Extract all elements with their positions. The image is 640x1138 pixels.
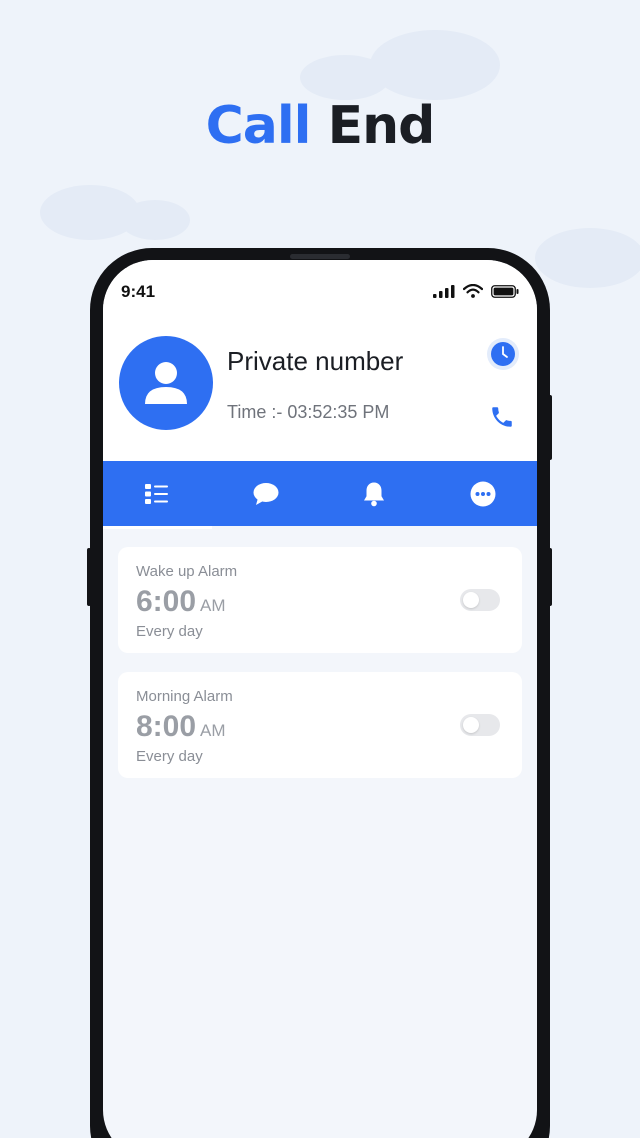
background-cloud	[535, 228, 640, 288]
toggle-knob	[463, 717, 479, 733]
more-icon	[470, 481, 496, 506]
phone-icon[interactable]	[489, 404, 515, 430]
alarm-ampm: AM	[200, 596, 226, 615]
bell-icon	[364, 482, 385, 506]
background-cloud	[120, 200, 190, 240]
person-icon	[145, 362, 187, 404]
tab-messages[interactable]	[212, 461, 321, 526]
alarm-time-value: 8:00	[136, 710, 197, 743]
clock-icon	[491, 342, 515, 366]
headline-accent-word: Call	[205, 96, 312, 156]
alarm-time: 6:00 AM	[136, 585, 226, 619]
chat-icon	[253, 482, 279, 505]
tab-alarms[interactable]	[320, 461, 429, 526]
caller-avatar	[119, 336, 213, 430]
wifi-icon	[463, 284, 483, 298]
alarm-time-value: 6:00	[136, 585, 197, 618]
phone-screen: 9:41 Private number Time:- 03:52:35 PM …	[103, 260, 537, 1138]
phone-side-button	[548, 548, 552, 606]
alarm-repeat: Every day	[136, 623, 203, 640]
tab-more[interactable]	[429, 461, 538, 526]
call-time: Time :- 03:52:35 PM	[227, 402, 390, 422]
alarm-card[interactable]: Wake up Alarm 6:00 AM Every day	[118, 547, 522, 653]
toggle-knob	[463, 592, 479, 608]
phone-side-button	[548, 395, 552, 460]
page-headline: Call End	[0, 96, 640, 156]
tab-list[interactable]	[103, 461, 212, 529]
headline-dark-word: End	[327, 96, 436, 156]
background-cloud	[300, 55, 390, 100]
alarm-time: 8:00 AM	[136, 710, 226, 744]
phone-speaker	[290, 254, 350, 259]
alarm-label: Wake up Alarm	[136, 563, 238, 580]
alarm-repeat: Every day	[136, 748, 203, 765]
battery-icon	[491, 284, 519, 298]
background-cloud	[370, 30, 500, 100]
status-icons	[433, 284, 519, 298]
list-icon	[145, 483, 169, 504]
status-bar: 9:41	[103, 260, 537, 320]
tab-bar	[103, 461, 538, 529]
caller-card: Private number Time :- 03:52:35 PM	[103, 320, 537, 462]
alarm-ampm: AM	[200, 721, 226, 740]
alarm-card[interactable]: Morning Alarm 8:00 AM Every day	[118, 672, 522, 778]
signal-icon	[433, 284, 455, 298]
status-time: 9:41	[121, 282, 156, 301]
caller-name: Private number	[227, 346, 404, 376]
phone-side-button	[87, 548, 91, 606]
clock-button[interactable]	[487, 338, 519, 370]
alarm-toggle[interactable]	[460, 714, 500, 736]
alarm-label: Morning Alarm	[136, 688, 233, 705]
alarm-toggle[interactable]	[460, 589, 500, 611]
